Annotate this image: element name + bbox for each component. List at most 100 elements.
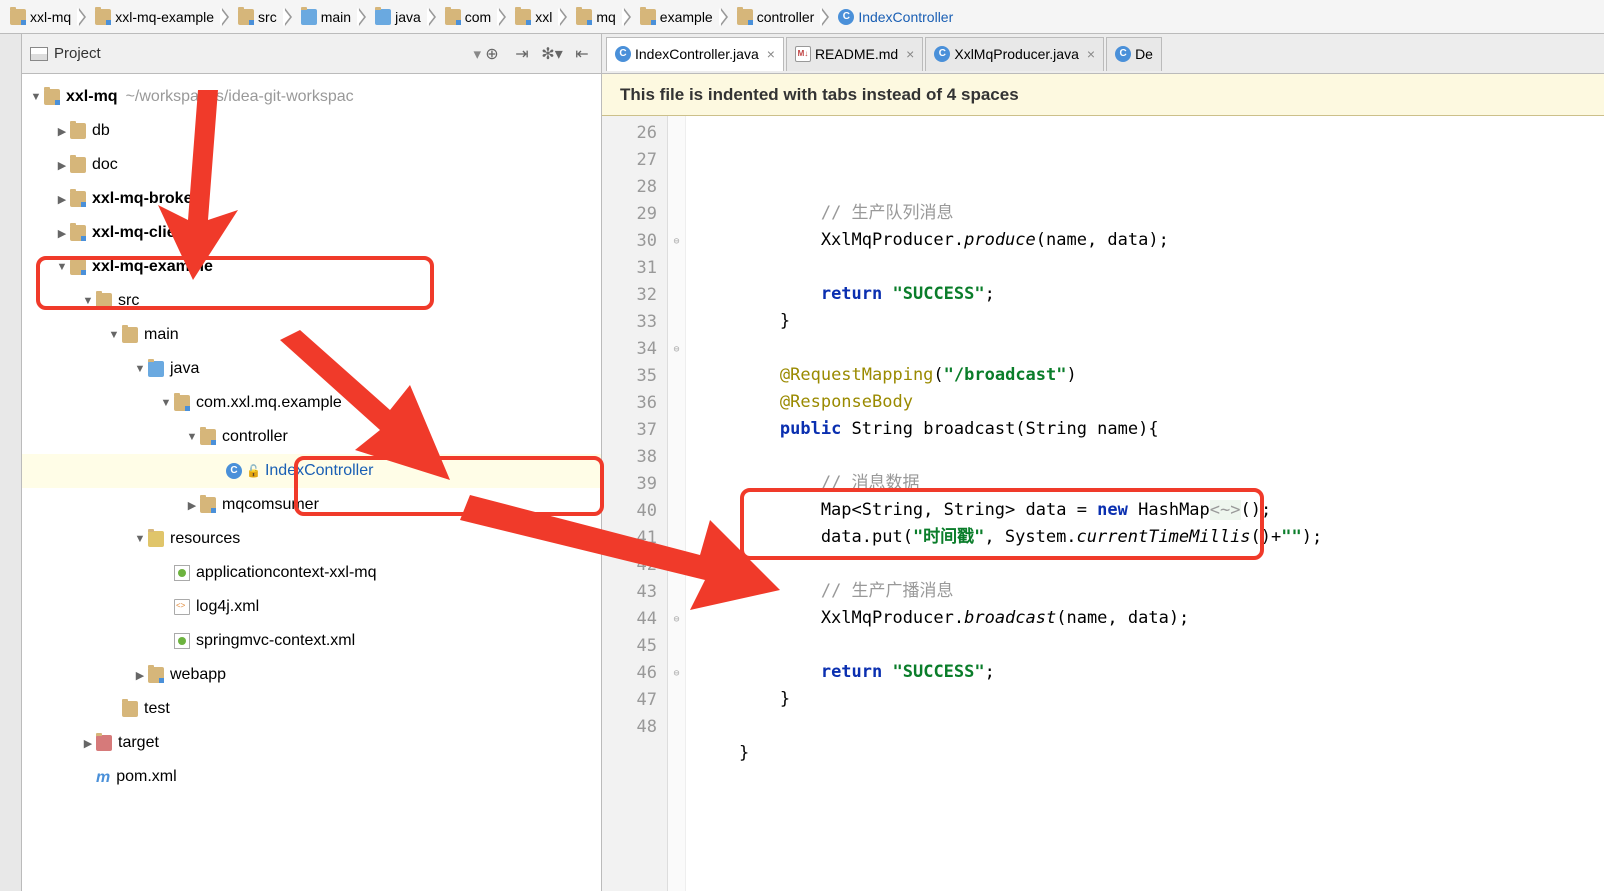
fold-marker[interactable] bbox=[668, 552, 685, 579]
tree-row[interactable]: applicationcontext-xxl-mq bbox=[22, 556, 601, 590]
code-line[interactable]: XxlMqProducer.broadcast(name, data); bbox=[698, 605, 1604, 632]
tree-row[interactable]: springmvc-context.xml bbox=[22, 624, 601, 658]
chevron-down-icon[interactable] bbox=[132, 533, 148, 545]
code-line[interactable]: // 生产队列消息 bbox=[698, 200, 1604, 227]
close-icon[interactable]: × bbox=[906, 46, 914, 62]
fold-marker[interactable] bbox=[668, 282, 685, 309]
breadcrumb-item[interactable]: main bbox=[295, 9, 357, 25]
fold-marker[interactable] bbox=[668, 255, 685, 282]
line-number[interactable]: 28 bbox=[602, 174, 667, 201]
close-icon[interactable]: × bbox=[767, 46, 775, 62]
editor-tab[interactable]: CIndexController.java× bbox=[606, 37, 784, 71]
code-line[interactable] bbox=[698, 632, 1604, 659]
breadcrumb-item[interactable]: CIndexController bbox=[832, 9, 959, 25]
chevron-down-icon[interactable] bbox=[132, 363, 148, 375]
tool-window-gutter[interactable] bbox=[0, 34, 22, 891]
fold-marker[interactable] bbox=[668, 147, 685, 174]
code-line[interactable]: } bbox=[698, 308, 1604, 335]
collapse-icon[interactable]: ⇥ bbox=[511, 43, 533, 65]
tree-row[interactable]: main bbox=[22, 318, 601, 352]
fold-marker[interactable] bbox=[668, 390, 685, 417]
code-line[interactable]: } bbox=[698, 686, 1604, 713]
fold-marker[interactable]: ⊖ bbox=[668, 660, 685, 687]
fold-marker[interactable] bbox=[668, 633, 685, 660]
fold-marker[interactable]: ⊖ bbox=[668, 336, 685, 363]
fold-marker[interactable]: ⊖ bbox=[668, 228, 685, 255]
tree-row[interactable]: xxl-mq-broker bbox=[22, 182, 601, 216]
line-number[interactable]: 32 bbox=[602, 282, 667, 309]
line-number-gutter[interactable]: 2627282930313233343536373839404142434445… bbox=[602, 116, 668, 891]
code-line[interactable]: data.put("时间戳", System.currentTimeMillis… bbox=[698, 524, 1604, 551]
code-line[interactable]: // 消息数据 bbox=[698, 470, 1604, 497]
code-line[interactable] bbox=[698, 254, 1604, 281]
tree-row[interactable]: xxl-mq-client bbox=[22, 216, 601, 250]
fold-marker[interactable] bbox=[668, 525, 685, 552]
breadcrumb-item[interactable]: mq bbox=[570, 9, 621, 25]
tree-row[interactable]: mpom.xml bbox=[22, 760, 601, 794]
gear-icon[interactable]: ✻▾ bbox=[541, 43, 563, 65]
tree-row[interactable]: log4j.xml bbox=[22, 590, 601, 624]
code-line[interactable]: return "SUCCESS"; bbox=[698, 659, 1604, 686]
line-number[interactable]: 31 bbox=[602, 255, 667, 282]
fold-marker[interactable] bbox=[668, 309, 685, 336]
tree-row[interactable]: C🔓IndexController bbox=[22, 454, 601, 488]
tree-row[interactable]: xxl-mq-example bbox=[22, 250, 601, 284]
code-line[interactable]: @RequestMapping("/broadcast") bbox=[698, 362, 1604, 389]
tree-row[interactable]: resources bbox=[22, 522, 601, 556]
tree-row[interactable]: com.xxl.mq.example bbox=[22, 386, 601, 420]
tree-row[interactable]: doc bbox=[22, 148, 601, 182]
code-line[interactable]: // 生产广播消息 bbox=[698, 578, 1604, 605]
editor-tab[interactable]: CDe bbox=[1106, 37, 1162, 71]
line-number[interactable]: 46 bbox=[602, 660, 667, 687]
line-number[interactable]: 29 bbox=[602, 201, 667, 228]
line-number[interactable]: 44 bbox=[602, 606, 667, 633]
code-line[interactable] bbox=[698, 713, 1604, 740]
code-body[interactable]: // 生产队列消息 XxlMqProducer.produce(name, da… bbox=[686, 116, 1604, 891]
line-number[interactable]: 34 bbox=[602, 336, 667, 363]
fold-gutter[interactable]: ⊖⊖⊖⊖ bbox=[668, 116, 686, 891]
line-number[interactable]: 39 bbox=[602, 471, 667, 498]
project-tree[interactable]: xxl-mq~/workspaces/idea-git-workspacdbdo… bbox=[22, 74, 601, 891]
line-number[interactable]: 35 bbox=[602, 363, 667, 390]
tree-row[interactable]: controller bbox=[22, 420, 601, 454]
tree-row[interactable]: webapp bbox=[22, 658, 601, 692]
tree-row[interactable]: src bbox=[22, 284, 601, 318]
dropdown-arrow-icon[interactable]: ▾ bbox=[473, 45, 481, 63]
line-number[interactable]: 43 bbox=[602, 579, 667, 606]
code-line[interactable]: } bbox=[698, 740, 1604, 767]
chevron-right-icon[interactable] bbox=[54, 125, 70, 138]
code-line[interactable]: Map<String, String> data = new HashMap<~… bbox=[698, 497, 1604, 524]
chevron-down-icon[interactable] bbox=[28, 91, 44, 103]
fold-marker[interactable] bbox=[668, 120, 685, 147]
indentation-notice[interactable]: This file is indented with tabs instead … bbox=[602, 74, 1604, 116]
line-number[interactable]: 26 bbox=[602, 120, 667, 147]
tree-row[interactable]: test bbox=[22, 692, 601, 726]
breadcrumb-item[interactable]: src bbox=[232, 9, 283, 25]
code-line[interactable] bbox=[698, 767, 1604, 794]
code-line[interactable] bbox=[698, 551, 1604, 578]
chevron-down-icon[interactable] bbox=[158, 397, 174, 409]
breadcrumb-item[interactable]: xxl-mq bbox=[4, 9, 77, 25]
chevron-right-icon[interactable] bbox=[54, 193, 70, 206]
code-line[interactable] bbox=[698, 443, 1604, 470]
fold-marker[interactable] bbox=[668, 714, 685, 741]
close-icon[interactable]: × bbox=[1087, 46, 1095, 62]
editor-tab[interactable]: CXxlMqProducer.java× bbox=[925, 37, 1104, 71]
fold-marker[interactable] bbox=[668, 363, 685, 390]
line-number[interactable]: 33 bbox=[602, 309, 667, 336]
hide-icon[interactable]: ⇤ bbox=[571, 43, 593, 65]
chevron-right-icon[interactable] bbox=[132, 669, 148, 682]
locate-icon[interactable]: ⊕ bbox=[481, 43, 503, 65]
chevron-right-icon[interactable] bbox=[184, 499, 200, 512]
chevron-down-icon[interactable] bbox=[184, 431, 200, 443]
tree-row[interactable]: db bbox=[22, 114, 601, 148]
chevron-down-icon[interactable] bbox=[54, 261, 70, 273]
tree-row[interactable]: mqcomsumer bbox=[22, 488, 601, 522]
breadcrumb-item[interactable]: java bbox=[369, 9, 427, 25]
code-line[interactable] bbox=[698, 794, 1604, 821]
chevron-right-icon[interactable] bbox=[54, 159, 70, 172]
chevron-right-icon[interactable] bbox=[54, 227, 70, 240]
line-number[interactable]: 41 bbox=[602, 525, 667, 552]
breadcrumb-item[interactable]: xxl bbox=[509, 9, 558, 25]
chevron-down-icon[interactable] bbox=[106, 329, 122, 341]
